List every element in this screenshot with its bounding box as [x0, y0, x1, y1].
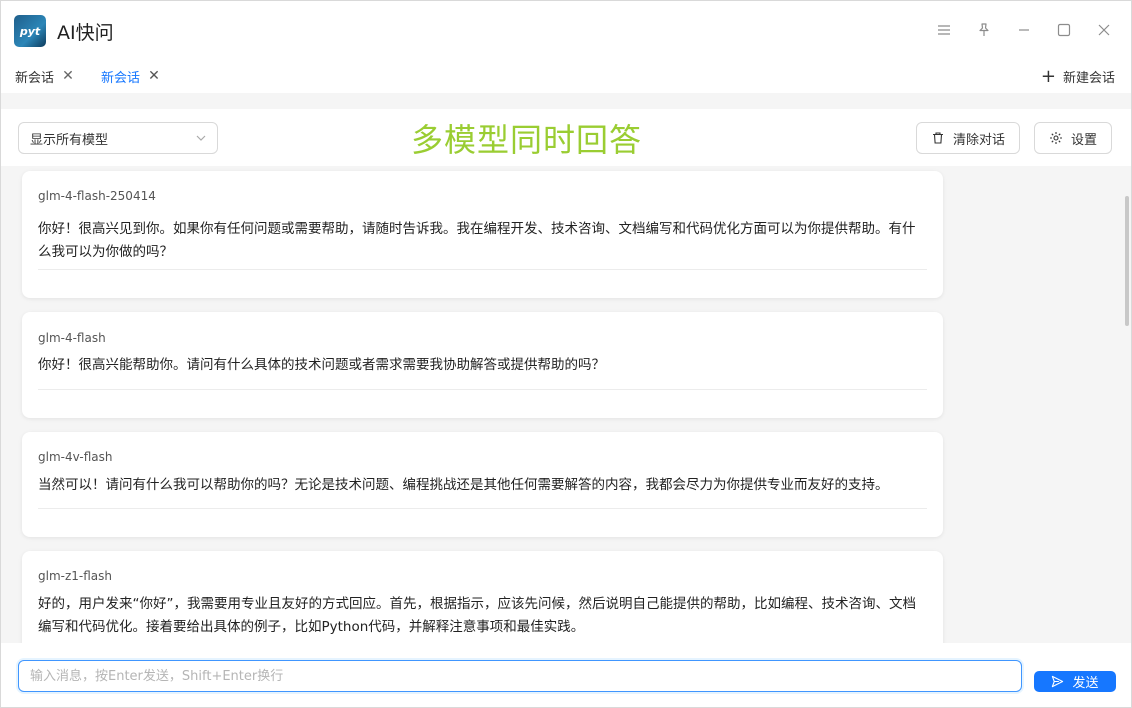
clear-chat-label: 清除对话 [953, 132, 1006, 148]
new-chat-label: 新建会话 [1062, 70, 1115, 86]
send-label: 发送 [1072, 676, 1099, 691]
toolbar: 显示所有模型 多模型同时回答 清除对话 设置 [1, 109, 1131, 166]
chevron-down-icon [195, 132, 207, 148]
session-tabs: 新会话 ✕ 新会话 ✕ + 新建会话 [1, 59, 1131, 93]
model-select[interactable]: 显示所有模型 [18, 122, 218, 154]
app-window: pyt AI快问 新会话 ✕ 新会话 ✕ + 新建会话 显示所有模型 多模型同时… [0, 0, 1132, 708]
tabs-separator [1, 93, 1131, 109]
response-card: glm-z1-flash 好的，用户发来“你好”，我需要用专业且友好的方式回应。… [22, 551, 943, 643]
response-card: glm-4-flash-250414 你好！很高兴见到你。如果你有任何问题或需要… [22, 171, 943, 298]
response-divider [38, 508, 927, 509]
title-bar: pyt AI快问 [1, 1, 1131, 59]
close-tab-icon[interactable]: ✕ [62, 68, 74, 84]
page-headline: 多模型同时回答 [411, 121, 643, 159]
response-card: glm-4-flash 你好！很高兴能帮助你。请问有什么具体的技术问题或者需求需… [22, 312, 943, 418]
response-text: 你好！很高兴见到你。如果你有任何问题或需要帮助，请随时告诉我。我在编程开发、技术… [38, 221, 916, 260]
app-logo-text: pyt [19, 24, 41, 38]
response-model-name: glm-4-flash [38, 331, 106, 345]
response-model-name: glm-4-flash-250414 [38, 189, 156, 203]
scrollbar-thumb[interactable] [1125, 196, 1129, 326]
responses-area: glm-4-flash-250414 你好！很高兴见到你。如果你有任何问题或需要… [1, 166, 1131, 643]
gear-icon [1050, 132, 1062, 144]
tab-session-2[interactable]: 新会话 ✕ [91, 59, 171, 93]
message-input[interactable] [18, 660, 1022, 692]
tab-label: 新会话 [15, 70, 55, 86]
close-window-icon[interactable] [1093, 19, 1115, 41]
app-title: AI快问 [57, 22, 114, 44]
send-button[interactable]: 发送 [1034, 671, 1116, 692]
pin-icon[interactable] [973, 19, 995, 41]
settings-label: 设置 [1071, 132, 1098, 148]
close-tab-icon[interactable]: ✕ [148, 68, 160, 84]
tab-label: 新会话 [101, 70, 141, 86]
maximize-icon[interactable] [1053, 19, 1075, 41]
settings-button[interactable]: 设置 [1034, 122, 1113, 154]
menu-icon[interactable] [933, 19, 955, 41]
response-model-name: glm-z1-flash [38, 569, 113, 583]
trash-icon [933, 132, 943, 144]
response-divider [38, 269, 927, 270]
minimize-icon[interactable] [1013, 19, 1035, 41]
response-text: 你好！很高兴能帮助你。请问有什么具体的技术问题或者需求需要我协助解答或提供帮助的… [38, 357, 605, 373]
new-chat-button[interactable]: + 新建会话 [1041, 59, 1115, 93]
response-model-name: glm-4v-flash [38, 450, 113, 464]
response-text: 当然可以！请问有什么我可以帮助你的吗？无论是技术问题、编程挑战还是其他任何需要解… [38, 477, 889, 493]
model-select-value: 显示所有模型 [30, 132, 109, 148]
input-bar: 发送 [1, 643, 1131, 707]
response-divider [38, 389, 927, 390]
response-card: glm-4v-flash 当然可以！请问有什么我可以帮助你的吗？无论是技术问题、… [22, 432, 943, 537]
plus-icon: + [1040, 65, 1056, 87]
clear-chat-button[interactable]: 清除对话 [916, 122, 1021, 154]
response-text: 好的，用户发来“你好”，我需要用专业且友好的方式回应。首先，根据指示，应该先问候… [38, 596, 916, 635]
tab-session-1[interactable]: 新会话 ✕ [5, 59, 84, 93]
send-icon [1052, 675, 1064, 688]
app-logo: pyt [14, 15, 46, 47]
